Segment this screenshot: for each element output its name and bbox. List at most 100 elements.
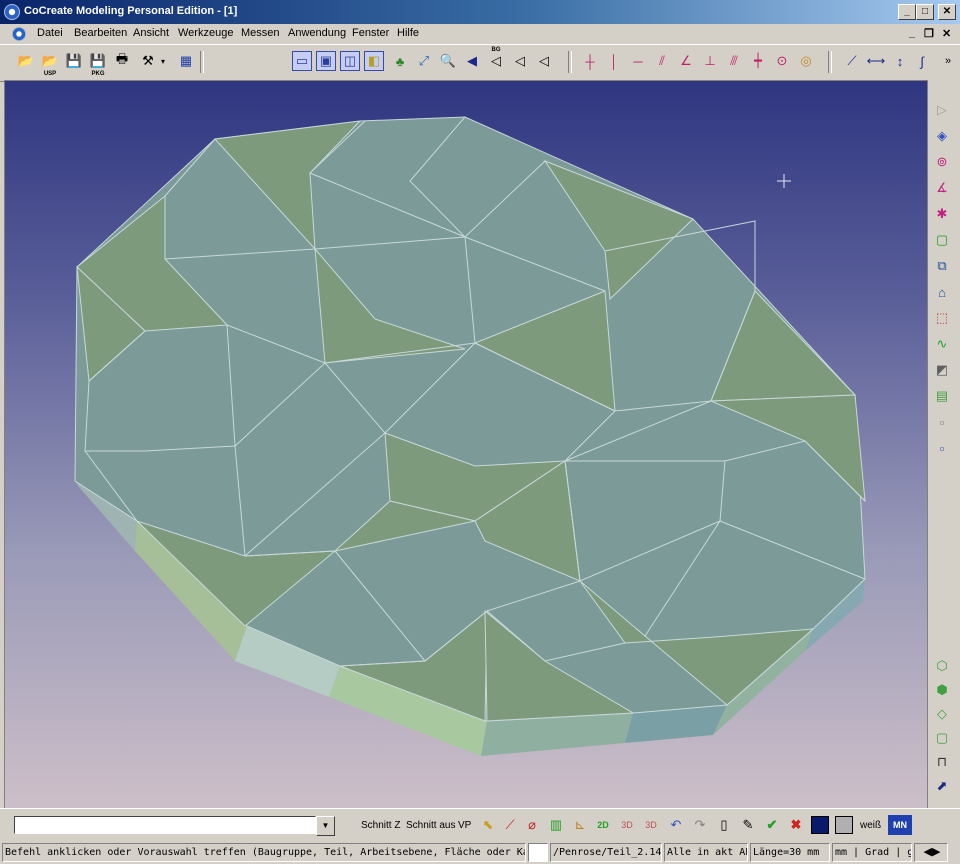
circle-center-icon[interactable]: ⊙ (772, 51, 792, 71)
view-shaded-icon[interactable]: ▭ (292, 51, 312, 71)
command-input[interactable] (14, 816, 316, 834)
box-cut-icon[interactable]: ⬚ (931, 308, 953, 328)
part-icon[interactable]: ⬡ (931, 656, 953, 676)
camera-target-icon[interactable]: ⊚ (931, 152, 953, 172)
penrose-model-svg (74, 116, 866, 756)
tangent-line-icon[interactable]: ⫻ (724, 51, 744, 71)
assembly-icon[interactable]: ⬢ (931, 680, 953, 700)
line-vertical-icon[interactable]: ↕ (890, 51, 910, 71)
color-name-label: weiß (860, 820, 882, 831)
close-button[interactable]: ✕ (938, 4, 956, 20)
mdi-close-button[interactable]: ✕ (942, 27, 951, 40)
cross-construction-icon[interactable]: ┼ (580, 51, 600, 71)
note-icon[interactable]: ▫ (931, 412, 953, 432)
spline-icon[interactable]: ∫ (912, 51, 932, 71)
circle-tangent-icon[interactable]: ◎ (796, 51, 816, 71)
document-icon[interactable]: ▯ (714, 815, 734, 835)
open-folder-icon[interactable]: 📂 (16, 51, 36, 71)
play-icon[interactable]: ▷ (931, 100, 953, 120)
menu-ansicht[interactable]: Ansicht (133, 27, 169, 39)
angle-dim-icon[interactable]: ∡ (931, 178, 953, 198)
mdi-restore-button[interactable]: ❐ (924, 27, 934, 40)
workplane-icon[interactable]: ◈ (931, 126, 953, 146)
machine-tool-icon[interactable]: ⚒ (138, 51, 158, 71)
pointer-select-icon[interactable]: ⬉ (478, 815, 498, 835)
save-icon[interactable]: 💾 (64, 51, 84, 71)
light-right-icon[interactable]: ◁ (534, 51, 554, 71)
document-edit-icon[interactable]: ✎ (738, 815, 758, 835)
status-length: Länge=30 mm (750, 843, 830, 862)
light-bg-icon[interactable]: ◁ BG (486, 47, 506, 71)
view-edges-icon[interactable]: ◫ (340, 51, 360, 71)
view-3d-icon[interactable]: 3D (617, 815, 637, 835)
view-3d-alt-icon[interactable]: 3D (641, 815, 661, 835)
view-2d-icon[interactable]: 2D (593, 815, 613, 835)
zoom-window-icon[interactable]: 🔍 (438, 51, 458, 71)
view-box-icon[interactable]: ▣ (316, 51, 336, 71)
color-swatch-navy[interactable] (810, 815, 830, 835)
container-icon[interactable]: ⊓ (931, 752, 953, 772)
status-bar: Befehl anklicken oder Vorauswahl treffen… (0, 842, 960, 864)
measure-icon[interactable]: ⊾ (570, 815, 590, 835)
app-icon[interactable] (4, 4, 20, 20)
undo-icon[interactable]: ↶ (666, 815, 686, 835)
vertical-line-icon[interactable]: │ (604, 51, 624, 71)
light-left-icon[interactable]: ◁ (510, 51, 530, 71)
rectangle-icon[interactable]: ▢ (931, 230, 953, 250)
mn-button[interactable]: MN (888, 815, 912, 835)
horizontal-line-icon[interactable]: ─ (628, 51, 648, 71)
sine-curve-icon[interactable]: ∿ (931, 334, 953, 354)
redo-icon[interactable]: ↷ (690, 815, 710, 835)
main-toolbar: 📂 📂 USP 💾 💾 PKG 🖶 ⚒ ▾ ▦ ▭ ▣ ◫ ◧ ♣ ⤢ 🔍 ◀ ◁ B… (0, 44, 960, 82)
menu-werkzeuge[interactable]: Werkzeuge (178, 27, 233, 39)
select-cursor-icon[interactable]: ⬈ (931, 776, 953, 796)
mdi-minimize-button[interactable]: _ (909, 27, 915, 39)
fit-all-icon[interactable]: ⤢ (414, 51, 434, 71)
menu-bearbeiten[interactable]: Bearbeiten (74, 27, 127, 39)
color-swatch-grey[interactable] (834, 815, 854, 835)
menu-anwendung[interactable]: Anwendung (288, 27, 346, 39)
accept-check-icon[interactable]: ✔ (762, 815, 782, 835)
previous-view-icon[interactable]: ◀ (462, 51, 482, 71)
note-blue-icon[interactable]: ▫ (931, 438, 953, 458)
menu-fenster[interactable]: Fenster (352, 27, 389, 39)
3d-viewport[interactable] (4, 80, 928, 810)
eraser-icon[interactable]: ⌀ (522, 815, 542, 835)
menu-datei[interactable]: Datei (37, 27, 63, 39)
extrude-icon[interactable]: ⧉ (931, 256, 953, 276)
schnitt-z-label[interactable]: Schnitt Z (361, 820, 400, 831)
axis-icon[interactable]: ✱ (931, 204, 953, 224)
parallel-line-icon[interactable]: ⫽ (652, 51, 672, 71)
revolve-icon[interactable]: ⌂ (931, 282, 953, 302)
toolbar-overflow-icon[interactable]: » (938, 51, 958, 71)
view-faces-icon[interactable]: ◧ (364, 51, 384, 71)
menu-messen[interactable]: Messen (241, 27, 280, 39)
toolbar-separator (200, 51, 204, 73)
save-pkg-icon[interactable]: 💾 PKG (88, 51, 108, 77)
status-scroll-arrows[interactable]: ◀▶ (914, 843, 948, 862)
minimize-button[interactable]: _ (898, 4, 916, 20)
workplane-new-icon[interactable]: ◇ (931, 704, 953, 724)
bisector-icon[interactable]: ┿ (748, 51, 768, 71)
line-horizontal-icon[interactable]: ⟷ (866, 51, 886, 71)
chevron-down-icon[interactable]: ▾ (158, 51, 168, 71)
structure-tree-icon[interactable]: ♣ (390, 51, 410, 71)
cancel-x-icon[interactable]: ✖ (786, 815, 806, 835)
command-dropdown-button[interactable]: ▼ (316, 816, 335, 836)
calculator-icon[interactable]: ▦ (176, 51, 196, 71)
perpendicular-icon[interactable]: ⊥ (700, 51, 720, 71)
line-diagonal-icon[interactable]: ⟋ (842, 51, 862, 71)
layer-icon[interactable]: ▤ (931, 386, 953, 406)
ruler-icon[interactable]: ▥ (546, 815, 566, 835)
angle-line-icon[interactable]: ∠ (676, 51, 696, 71)
line-draw-icon[interactable]: ⟋ (500, 815, 520, 835)
blend-icon[interactable]: ◩ (931, 360, 953, 380)
load-usp-icon[interactable]: 📂 USP (40, 51, 60, 77)
mdi-app-icon[interactable] (12, 27, 26, 41)
vp-label[interactable]: VP (458, 820, 471, 831)
maximize-button[interactable]: □ (916, 4, 934, 20)
print-icon[interactable]: 🖶 (112, 51, 132, 71)
schnitt-aus-label[interactable]: Schnitt aus (406, 820, 455, 831)
frame-icon[interactable]: ▢ (931, 728, 953, 748)
menu-hilfe[interactable]: Hilfe (397, 27, 419, 39)
